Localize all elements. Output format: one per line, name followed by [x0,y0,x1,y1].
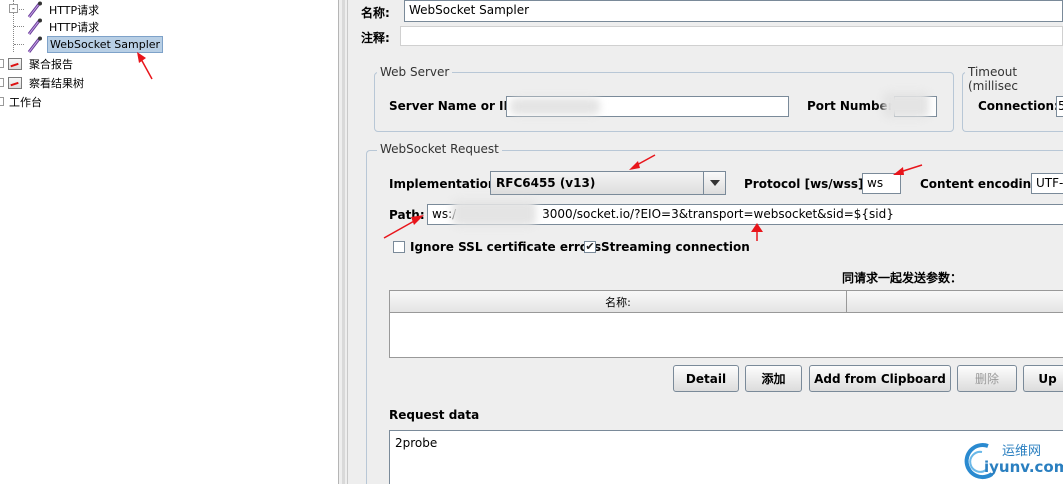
name-field[interactable]: WebSocket Sampler [404,0,1063,22]
report-icon [8,76,22,89]
comment-field[interactable] [400,26,1063,46]
watermark-url: iyunv.com [984,458,1063,476]
tree-item-label: WebSocket Sampler [47,36,164,53]
websocket-request-title: WebSocket Request [377,142,502,156]
path-value: 3000/socket.io/?EIO=3&transport=websocke… [542,207,894,221]
tree-item-label: 察看结果树 [29,76,84,90]
tree-item-label: HTTP请求 [49,3,100,17]
sampler-icon [26,18,44,36]
implementation-select[interactable]: RFC6455 (v13) [490,171,726,195]
server-name-label: Server Name or IP: [389,99,518,113]
tree-item-http-request[interactable]: HTTP请求 [26,17,101,36]
detail-button[interactable]: Detail [673,365,739,392]
implementation-label: Implementation: [389,177,502,191]
connection-timeout-label: Connection: [978,99,1059,113]
redacted-region [883,92,929,118]
splitter-grip [342,0,345,484]
parameters-table[interactable]: 名称: [389,290,1063,358]
checkbox-box[interactable] [393,241,405,253]
watermark-logo: 运维网 iyunv.com [958,438,1063,484]
table-header-value[interactable] [847,291,1063,313]
timeout-title: Timeout (millisec [965,65,1063,93]
delete-button[interactable]: 删除 [957,365,1017,392]
name-label: 名称: [361,6,390,20]
report-icon [8,57,22,70]
streaming-connection-checkbox[interactable]: ✔ Streaming connection [584,240,750,254]
tree-expand-toggle[interactable] [0,97,4,106]
request-data-label: Request data [389,408,480,422]
implementation-value: RFC6455 (v13) [496,176,596,190]
protocol-input[interactable]: ws [862,173,901,194]
test-plan-tree[interactable]: - HTTP请求 HTTP请求 WebSocket Sampler 聚合报告 察… [0,0,338,484]
tree-item-label: 聚合报告 [29,57,73,71]
pane-splitter[interactable] [338,0,348,484]
redacted-region [452,200,536,226]
chevron-down-icon[interactable] [703,172,725,194]
ignore-ssl-label: Ignore SSL certificate errors [410,240,602,254]
tree-item-label: 工作台 [9,95,42,109]
checkmark-icon[interactable]: ✔ [584,241,596,253]
tree-item-label: HTTP请求 [49,20,100,34]
connection-timeout-input[interactable]: 5 [1056,96,1063,117]
watermark-text: 运维网 [1002,444,1042,459]
websocket-sampler-panel: 名称: WebSocket Sampler 注释: Web Server Ser… [348,0,1063,484]
parameters-title: 同请求一起发送参数： [842,271,963,285]
content-encoding-input[interactable]: UTF- [1031,173,1063,194]
tree-expand-toggle[interactable] [0,78,4,87]
web-server-title: Web Server [377,65,453,79]
redacted-region [510,98,600,115]
comment-label: 注释: [361,31,390,45]
tree-item-websocket-sampler[interactable]: WebSocket Sampler [26,35,164,54]
tree-item-aggregate-report[interactable]: 聚合报告 [8,54,75,73]
table-header-name[interactable]: 名称: [390,291,847,313]
tree-expand-toggle[interactable] [0,59,4,68]
ignore-ssl-checkbox[interactable]: Ignore SSL certificate errors [393,240,601,254]
tree-item-view-results-tree[interactable]: 察看结果树 [8,73,86,92]
streaming-connection-label: Streaming connection [601,240,750,254]
add-from-clipboard-button[interactable]: Add from Clipboard [809,365,951,392]
tree-guide-line [14,44,24,45]
content-encoding-label: Content encoding: [920,177,1045,191]
path-label: Path: [389,208,425,222]
tree-item-workbench[interactable]: 工作台 [7,92,44,111]
tree-guide-line [14,26,24,27]
tree-expand-toggle[interactable]: - [9,4,18,13]
annotation-arrow [137,52,153,80]
sampler-icon [26,1,44,19]
up-button[interactable]: Up [1023,365,1063,392]
protocol-label: Protocol [ws/wss]: [744,177,869,191]
sampler-icon [26,36,44,54]
add-button[interactable]: 添加 [745,365,802,392]
